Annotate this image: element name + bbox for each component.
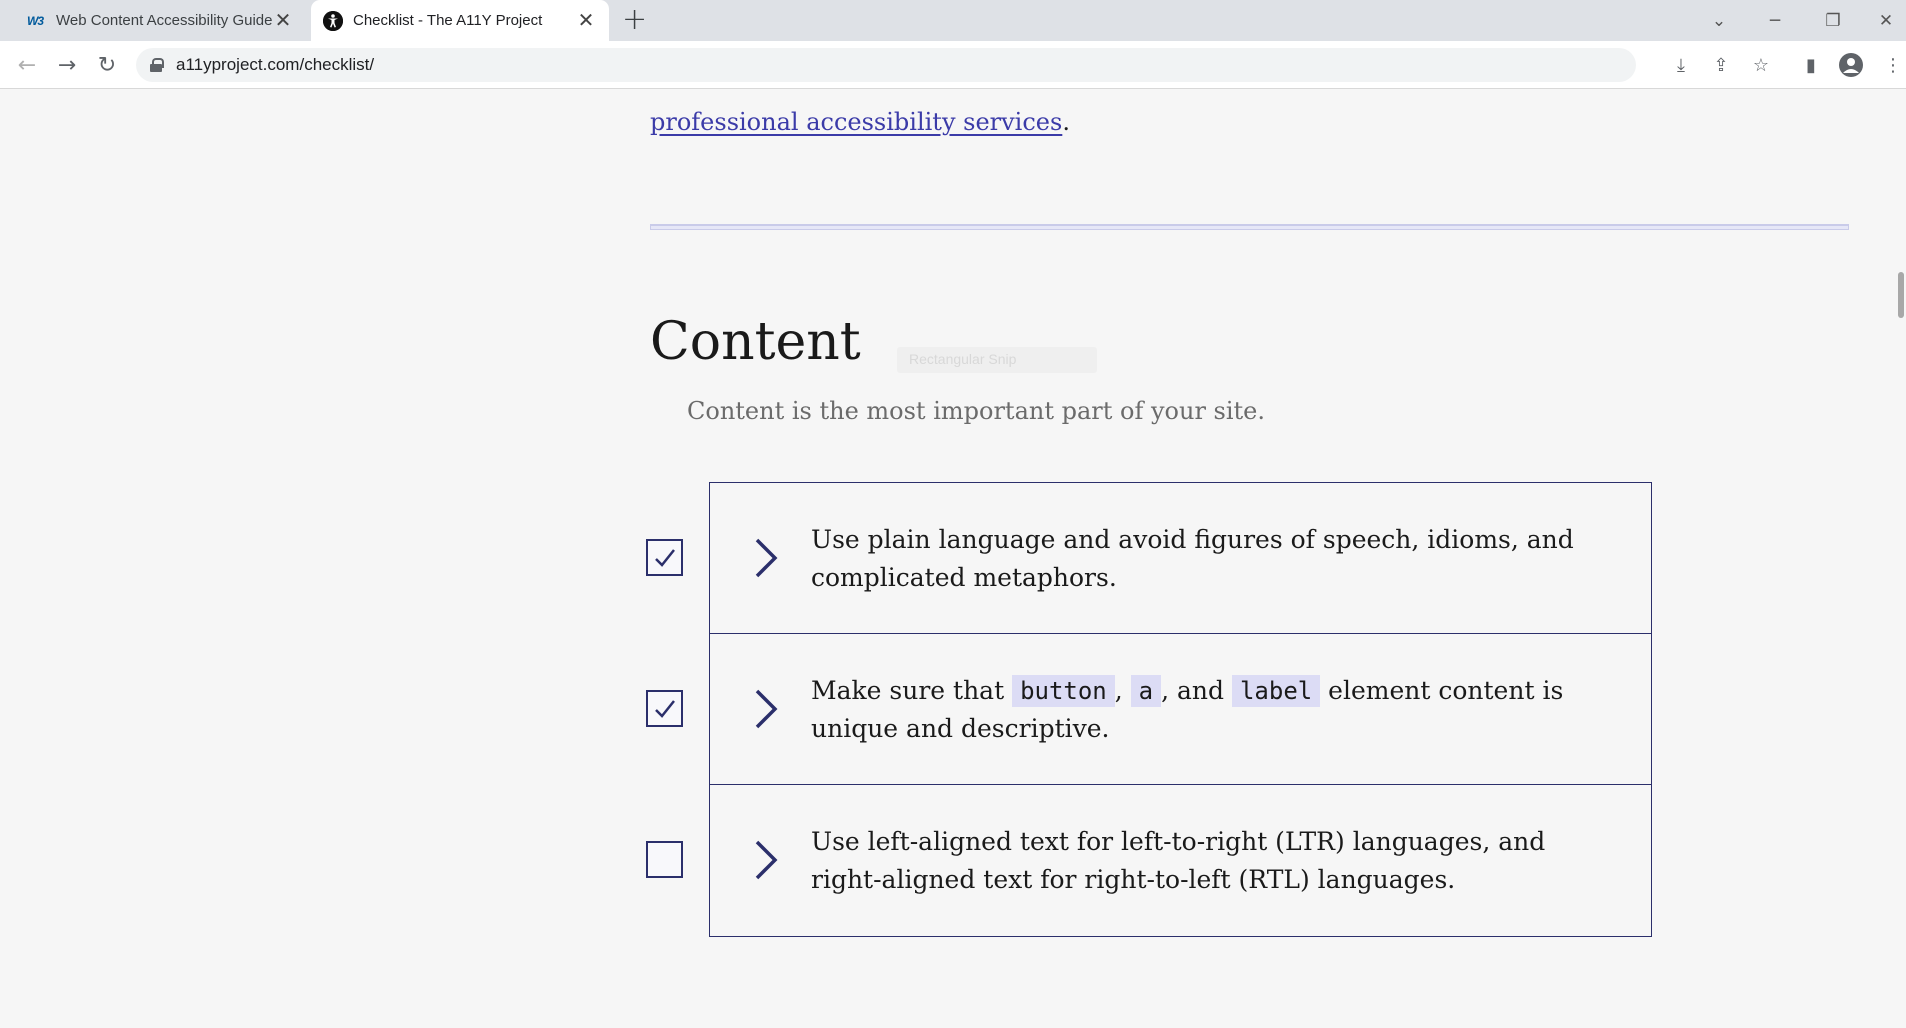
new-tab-icon[interactable]: + [622,5,647,35]
code-button: button [1012,675,1115,707]
menu-icon[interactable]: ⋮ [1880,52,1906,78]
a11y-icon [323,10,343,31]
url-field[interactable]: a11yproject.com/checklist/ [136,48,1636,82]
tab-checklist[interactable]: Checklist - The A11Y Project ✕ [311,0,609,41]
window-close-icon[interactable]: ✕ [1866,0,1906,41]
tab-title: Web Content Accessibility Guidel [56,12,272,29]
address-bar: ← → ↻ a11yproject.com/checklist/ ⤓ ⇪ ☆ ▮… [0,41,1906,89]
checklist-item[interactable]: Make sure that button, a, and label elem… [646,634,1651,785]
reload-icon[interactable]: ↻ [92,50,122,80]
w3c-icon: W3 [27,13,44,28]
checklist-item-text: Use plain language and avoid figures of … [811,525,1574,592]
checklist-item[interactable]: Use left-aligned text for left-to-right … [646,785,1651,936]
checklist-item-text: Use left-aligned text for left-to-right … [811,827,1546,894]
chevron-right-icon[interactable] [754,839,778,881]
install-icon[interactable]: ⤓ [1668,52,1694,78]
bookmark-star-icon[interactable]: ☆ [1748,52,1774,78]
checkbox-checked[interactable] [646,539,683,576]
chevron-right-icon[interactable] [754,688,778,730]
intro-paragraph-end: professional accessibility services. [650,108,1070,136]
tab-search-icon[interactable]: ⌄ [1696,0,1742,41]
url-text: a11yproject.com/checklist/ [176,55,375,74]
restore-icon[interactable]: ❐ [1810,0,1856,41]
checklist-item[interactable]: Use plain language and avoid figures of … [646,483,1651,634]
minimize-icon[interactable]: ─ [1752,0,1798,41]
profile-icon[interactable] [1838,52,1864,78]
page-section-title: Content [650,312,861,372]
section-description: Content is the most important part of yo… [687,397,1266,425]
checkbox-unchecked[interactable] [646,841,683,878]
checkmark-icon [655,700,675,718]
share-icon[interactable]: ⇪ [1708,52,1734,78]
tab-title: Checklist - The A11Y Project [353,12,543,29]
close-icon[interactable]: ✕ [575,8,597,33]
code-a: a [1130,675,1162,707]
section-divider [650,224,1849,230]
back-icon[interactable]: ← [12,50,42,80]
scrollbar[interactable] [1898,272,1904,318]
checkbox-checked[interactable] [646,690,683,727]
lock-icon [150,58,164,72]
tab-wcag[interactable]: W3 Web Content Accessibility Guidel ✕ [14,0,304,41]
tab-strip: W3 Web Content Accessibility Guidel ✕ Ch… [0,0,1906,41]
code-label: label [1231,675,1321,707]
chevron-right-icon[interactable] [754,537,778,579]
content-checklist: Use plain language and avoid figures of … [646,482,1652,937]
side-panel-icon[interactable]: ▮ [1798,52,1824,78]
checkmark-icon [655,549,675,567]
professional-services-link[interactable]: professional accessibility services [650,108,1062,136]
forward-icon[interactable]: → [52,50,82,80]
checklist-item-text: Make sure that button, a, and label elem… [811,675,1564,743]
snip-overlay: Rectangular Snip [897,347,1097,373]
close-icon[interactable]: ✕ [272,8,294,33]
